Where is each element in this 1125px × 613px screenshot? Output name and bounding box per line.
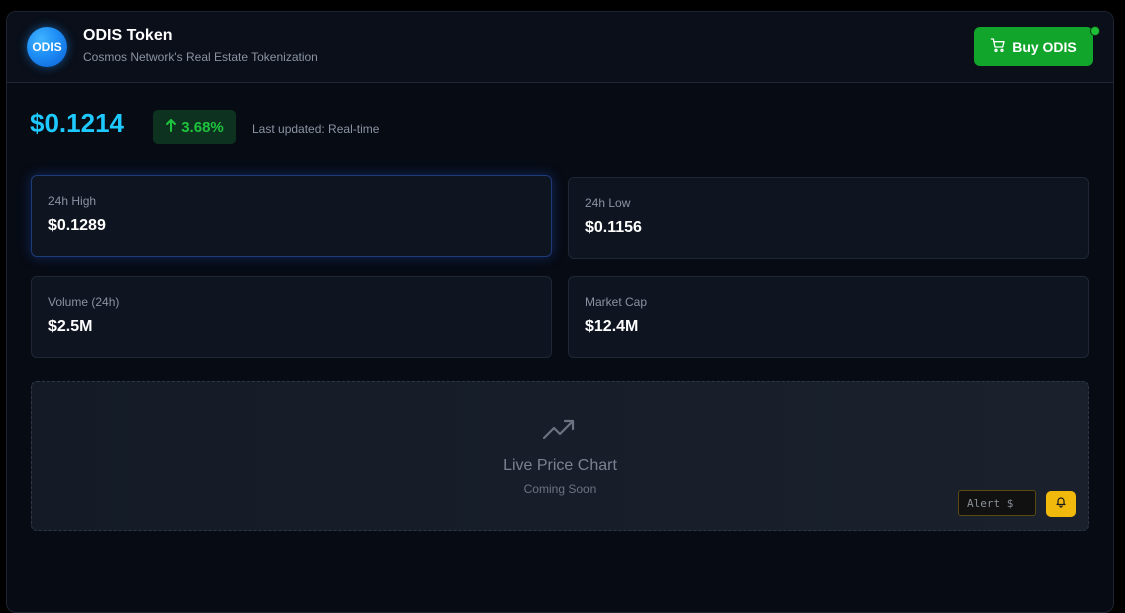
buy-button[interactable]: Buy ODIS: [974, 27, 1093, 66]
current-price: $0.1214: [30, 108, 124, 138]
bell-icon: [1055, 495, 1067, 513]
stat-value: $12.4M: [585, 318, 639, 335]
stat-24h-high: 24h High $0.1289: [31, 175, 552, 257]
stat-value: $0.1156: [585, 219, 642, 236]
arrow-up-icon: [165, 118, 177, 136]
chart-title: Live Price Chart: [503, 457, 617, 474]
stat-24h-low: 24h Low $0.1156: [568, 177, 1089, 259]
cart-icon: [990, 37, 1006, 56]
price-change-value: 3.68%: [181, 118, 224, 136]
stat-volume: Volume (24h) $2.5M: [31, 276, 552, 358]
token-card: ODIS ODIS Token Cosmos Network's Real Es…: [6, 11, 1114, 613]
last-updated: Last updated: Real-time: [252, 122, 380, 136]
status-dot: [1090, 26, 1100, 36]
set-alert-button[interactable]: [1046, 491, 1076, 517]
stat-value: $0.1289: [48, 217, 106, 234]
token-logo: ODIS: [27, 27, 67, 67]
chart-subtitle: Coming Soon: [523, 482, 597, 496]
buy-button-label: Buy ODIS: [1012, 38, 1077, 55]
price-change-badge: 3.68%: [153, 110, 236, 144]
stat-label: 24h Low: [585, 196, 631, 210]
token-title: ODIS Token: [83, 27, 173, 44]
stat-label: Volume (24h): [48, 295, 120, 309]
card-header: ODIS ODIS Token Cosmos Network's Real Es…: [7, 12, 1113, 83]
stat-label: Market Cap: [585, 295, 648, 309]
token-subtitle: Cosmos Network's Real Estate Tokenizatio…: [83, 50, 318, 64]
stat-label: 24h High: [48, 194, 97, 208]
trending-up-icon: [542, 418, 576, 445]
stat-value: $2.5M: [48, 318, 93, 335]
price-alert-input[interactable]: [958, 490, 1036, 516]
stat-market-cap: Market Cap $12.4M: [568, 276, 1089, 358]
logo-text: ODIS: [32, 40, 62, 54]
chart-placeholder: Live Price Chart Coming Soon: [31, 381, 1089, 531]
